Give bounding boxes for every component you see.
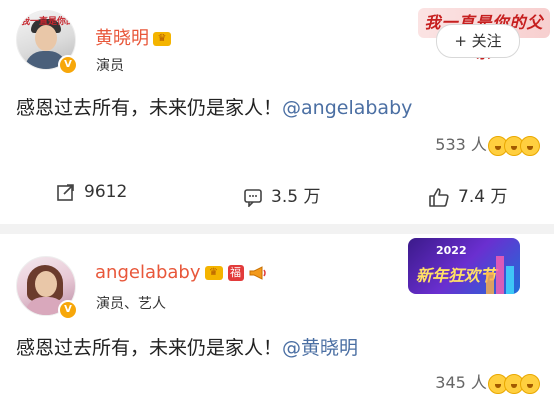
username-text[interactable]: 黄晓明 <box>95 28 149 49</box>
avatar-face <box>35 271 57 297</box>
fu-badge-icon: 福 <box>227 265 244 281</box>
post-content-text: 感恩过去所有，未来仍是家人！ <box>16 97 283 119</box>
verified-v-icon: V <box>58 300 78 320</box>
username-text[interactable]: angelababy <box>95 262 201 283</box>
comment-icon <box>244 189 262 208</box>
weibo-post-2: V angelababy ♛ 福 演员、艺人 2022 新年狂欢节 感恩过去所有，未… <box>0 234 554 419</box>
like-icon <box>429 188 449 207</box>
post-content: 感恩过去所有，未来仍是家人！@黄晓明 <box>16 333 358 360</box>
comment-count: 3.5 万 <box>271 187 321 207</box>
post-divider <box>0 224 554 234</box>
mention-link[interactable]: @黄晓明 <box>282 337 358 359</box>
banner-text: 新年狂欢节 <box>416 266 497 285</box>
new-year-festival-banner[interactable]: 2022 新年狂欢节 <box>408 238 520 294</box>
reaction-count: 345 人 <box>435 373 487 392</box>
comment-button[interactable]: 3.5 万 <box>243 182 321 208</box>
banner-building <box>496 256 504 294</box>
reaction-summary[interactable]: 533 人 <box>435 131 540 156</box>
banner-year: 2022 <box>436 244 467 257</box>
post-content-text: 感恩过去所有，未来仍是家人！ <box>16 337 283 359</box>
like-button[interactable]: 7.4 万 <box>428 182 507 207</box>
share-icon <box>57 184 74 201</box>
username[interactable]: 黄晓明 ♛ <box>95 24 171 50</box>
weibo-post-1: 我一直是你的父亲 V 黄晓明♛ 演员 我一直是你的父亲 + 关注 感恩过去所有，… <box>0 0 554 224</box>
horn-icon <box>249 266 266 280</box>
reaction-count: 533 人 <box>435 135 487 154</box>
crown-icon: ♛ <box>204 266 223 280</box>
emoji-icon <box>520 373 540 394</box>
emoji-icon <box>520 135 540 156</box>
post-content: 感恩过去所有，未来仍是家人！@angelababy <box>16 93 412 120</box>
crown-icon: ♛ <box>153 32 171 46</box>
like-count: 7.4 万 <box>458 187 508 207</box>
action-bar: 9612 3.5 万 7.4 万 <box>0 170 554 220</box>
username[interactable]: angelababy ♛ 福 <box>95 262 267 283</box>
user-subtitle: 演员 <box>96 58 124 74</box>
verified-v-icon: V <box>58 55 78 75</box>
banner-building <box>486 272 494 294</box>
share-button[interactable]: 9612 <box>56 182 127 202</box>
banner-building <box>506 266 514 294</box>
avatar-face <box>35 25 57 51</box>
mention-link[interactable]: @angelababy <box>282 97 412 119</box>
share-count: 9612 <box>84 182 128 202</box>
follow-button[interactable]: + 关注 <box>436 24 520 58</box>
user-subtitle: 演员、艺人 <box>96 296 166 312</box>
reaction-summary[interactable]: 345 人 <box>435 369 540 394</box>
avatar-overlay-text: 我一直是你的父亲 <box>21 17 76 27</box>
